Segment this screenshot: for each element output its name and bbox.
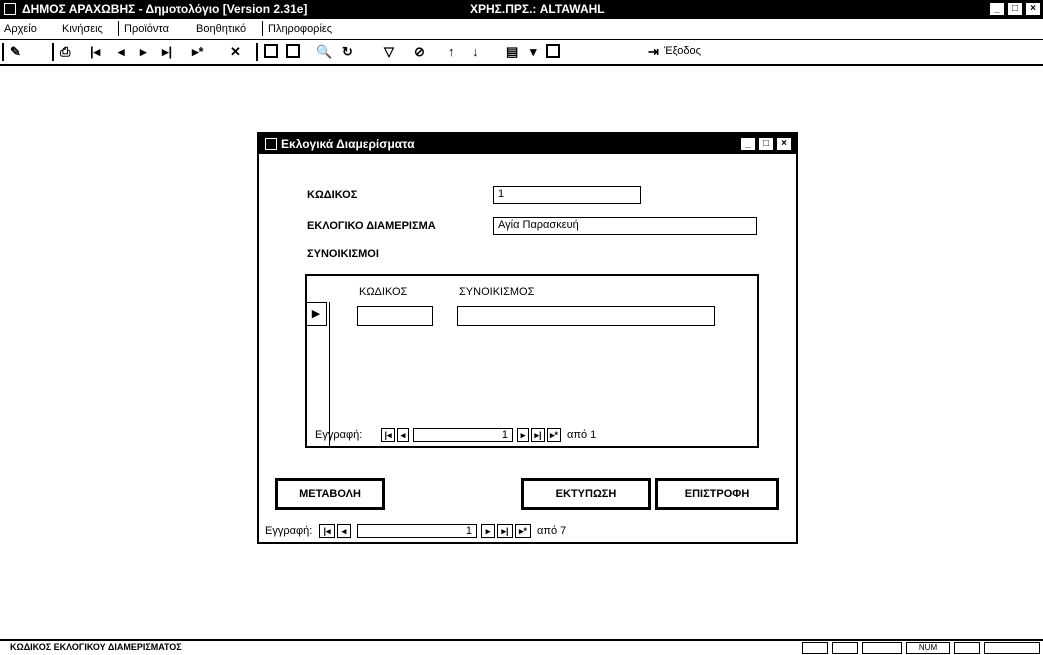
electoral-districts-dialog: Εκλογικά Διαμερίσματα _ □ × ΚΩΔΙΚΟΣ 1 ΕΚ… xyxy=(257,132,798,544)
dialog-title: Εκλογικά Διαμερίσματα xyxy=(281,137,415,151)
new-record-icon[interactable]: ▸* xyxy=(192,44,204,60)
close-button[interactable]: × xyxy=(1025,2,1041,16)
menu-products[interactable]: Προϊόντα xyxy=(124,23,169,35)
subform-previous-record-button[interactable]: ◂ xyxy=(397,428,409,442)
first-record-icon[interactable]: |◂ xyxy=(90,44,100,60)
database-window-icon[interactable] xyxy=(546,44,560,58)
window-title: ΔΗΜΟΣ ΑΡΑΧΩΒΗΣ - Δημοτολόγιο [Version 2.… xyxy=(22,2,308,16)
district-label: ΕΚΛΟΓΙΚΟ ΔΙΑΜΕΡΙΣΜΑ xyxy=(307,220,436,232)
next-record-button[interactable]: ▸ xyxy=(481,524,495,538)
previous-record-icon[interactable]: ◂ xyxy=(118,44,125,60)
print-icon[interactable]: ⎙ xyxy=(60,44,70,60)
num-lock-indicator: NUM xyxy=(906,642,950,654)
return-button[interactable]: ΕΠΙΣΤΡΟΦΗ xyxy=(655,478,779,510)
column-header-code: ΚΩΔΙΚΟΣ xyxy=(359,286,408,298)
record-selector[interactable]: ▶ xyxy=(305,302,327,326)
subform-next-record-button[interactable]: ▸ xyxy=(517,428,529,442)
toolbar: ✎ ⎙ |◂ ◂ ▸ ▸| ▸* ✕ 🔍 ↻ ▽ ⊘ ↑ ↓ ▤ ▾ ⇥ Έξο… xyxy=(0,40,1043,66)
status-indicator xyxy=(802,642,828,654)
column-header-settlement: ΣΥΝΟΙΚΙΣΜΟΣ xyxy=(459,286,535,298)
record-label: Εγγραφή: xyxy=(265,525,313,537)
dialog-maximize-button[interactable]: □ xyxy=(758,137,774,151)
datasheet-view-icon[interactable] xyxy=(286,44,300,58)
previous-record-button[interactable]: ◂ xyxy=(337,524,351,538)
menu-separator xyxy=(118,21,119,36)
record-total: από 7 xyxy=(537,525,567,537)
status-indicator xyxy=(862,642,902,654)
dialog-title-bar: Εκλογικά Διαμερίσματα _ □ × xyxy=(259,134,796,154)
record-number[interactable]: 1 xyxy=(357,524,477,538)
new-record-button[interactable]: ▸* xyxy=(515,524,531,538)
status-text: ΚΩΔΙΚΟΣ ΕΚΛΟΓΙΚΟΥ ΔΙΑΜΕΡΙΣΜΑΤΟΣ xyxy=(10,642,182,652)
exit-label[interactable]: Έξοδος xyxy=(664,45,701,57)
filter-icon[interactable]: ▽ xyxy=(384,44,394,60)
settlements-label: ΣΥΝΟΙΚΙΣΜΟΙ xyxy=(307,248,379,260)
title-bar: ΔΗΜΟΣ ΑΡΑΧΩΒΗΣ - Δημοτολόγιο [Version 2.… xyxy=(0,0,1043,19)
maximize-button[interactable]: □ xyxy=(1007,2,1023,16)
sort-descending-icon[interactable]: ↓ xyxy=(472,44,479,60)
minimize-button[interactable]: _ xyxy=(989,2,1005,16)
sort-ascending-icon[interactable]: ↑ xyxy=(448,44,455,60)
district-field[interactable]: Αγία Παρασκευή xyxy=(493,217,757,235)
menu-transactions[interactable]: Κινήσεις xyxy=(62,23,103,35)
status-indicator xyxy=(984,642,1040,654)
dialog-close-button[interactable]: × xyxy=(776,137,792,151)
subform-first-record-button[interactable]: |◂ xyxy=(381,428,395,442)
delete-record-icon[interactable]: ✕ xyxy=(230,44,241,60)
dialog-minimize-button[interactable]: _ xyxy=(740,137,756,151)
status-indicator xyxy=(954,642,980,654)
record-selector-column: ▶ xyxy=(305,302,330,446)
subform-last-record-button[interactable]: ▸| xyxy=(531,428,545,442)
menu-tools[interactable]: Βοηθητικό xyxy=(196,23,246,35)
subform-record-number[interactable]: 1 xyxy=(413,428,513,442)
menu-separator xyxy=(262,21,263,36)
user-label: ΧΡΗΣ.ΠΡΣ.: ALTAWAHL xyxy=(470,2,605,16)
toolbar-separator xyxy=(256,43,258,61)
first-record-button[interactable]: |◂ xyxy=(319,524,335,538)
app-icon[interactable] xyxy=(4,3,16,15)
settlement-name-cell[interactable] xyxy=(457,306,715,326)
code-field[interactable]: 1 xyxy=(493,186,641,204)
subform-new-record-button[interactable]: ▸* xyxy=(547,428,561,442)
last-record-button[interactable]: ▸| xyxy=(497,524,513,538)
toolbar-separator xyxy=(52,43,54,61)
find-icon[interactable]: 🔍 xyxy=(316,44,332,60)
code-label: ΚΩΔΙΚΟΣ xyxy=(307,189,358,201)
status-indicator xyxy=(832,642,858,654)
next-record-icon[interactable]: ▸ xyxy=(140,44,147,60)
menu-file[interactable]: Αρχείο xyxy=(4,23,37,35)
design-view-icon[interactable]: ✎ xyxy=(10,44,21,60)
subform-record-total: από 1 xyxy=(567,429,597,441)
subform-record-label: Εγγραφή: xyxy=(315,429,363,441)
menu-bar: Αρχείο Κινήσεις Προϊόντα Βοηθητικό Πληρο… xyxy=(0,19,1043,40)
remove-filter-icon[interactable]: ⊘ xyxy=(414,44,425,60)
replace-icon[interactable]: ↻ xyxy=(342,44,353,60)
dropdown-arrow-icon[interactable]: ▾ xyxy=(530,44,537,60)
settlement-code-cell[interactable] xyxy=(357,306,433,326)
menu-info[interactable]: Πληροφορίες xyxy=(268,23,332,35)
form-view-icon[interactable] xyxy=(264,44,278,58)
change-button[interactable]: ΜΕΤΑΒΟΛΗ xyxy=(275,478,385,510)
form-icon[interactable] xyxy=(265,138,277,150)
settlements-subform: ΚΩΔΙΚΟΣ ΣΥΝΟΙΚΙΣΜΟΣ ▶ Εγγραφή: |◂ ◂ 1 ▸ … xyxy=(305,274,759,448)
toolbar-separator xyxy=(2,43,4,61)
exit-icon[interactable]: ⇥ xyxy=(648,44,659,60)
last-record-icon[interactable]: ▸| xyxy=(162,44,172,60)
print-button[interactable]: ΕΚΤΥΠΩΣΗ xyxy=(521,478,651,510)
window-icon[interactable]: ▤ xyxy=(506,44,518,60)
